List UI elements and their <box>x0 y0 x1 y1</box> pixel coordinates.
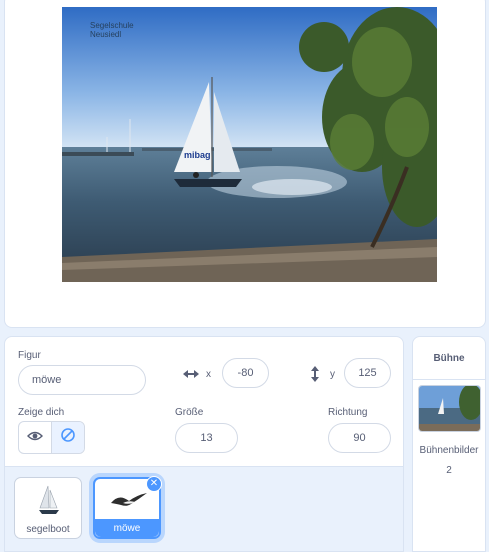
backdrops-count: 2 <box>446 465 452 476</box>
x-label: x <box>206 369 211 380</box>
eye-icon <box>27 429 43 447</box>
sprite-list: segelboot möwe ✕ <box>4 466 404 552</box>
backdrops-label: Bühnenbilder <box>419 445 479 456</box>
sailboat-thumbnail <box>37 484 61 521</box>
sail-text: mibag <box>184 150 211 160</box>
stage-selector[interactable]: Bühne Bühnenbilder 2 <box>412 336 486 552</box>
y-label: y <box>330 369 335 380</box>
hide-sprite-button[interactable] <box>51 422 84 453</box>
x-position-arrows-icon <box>181 367 201 386</box>
size-input[interactable]: 13 <box>175 423 238 453</box>
direction-input[interactable]: 90 <box>328 423 391 453</box>
stage-backdrop-image <box>62 7 437 282</box>
sprite-label: Figur <box>18 350 41 361</box>
sprite-info-panel: Figur möwe x -80 y 125 Zeige dich Größe … <box>4 336 404 468</box>
y-position-arrows-icon <box>308 364 322 389</box>
show-sprite-button[interactable] <box>19 422 51 453</box>
stage-canvas[interactable]: Segelschule Neusiedl mibag <box>62 7 437 282</box>
sprite-name-input[interactable]: möwe <box>18 365 146 395</box>
visibility-toggle-group <box>18 421 85 454</box>
watermark-logo: Segelschule Neusiedl <box>90 21 134 39</box>
show-label: Zeige dich <box>18 407 65 418</box>
y-position-input[interactable]: 125 <box>344 358 391 388</box>
sprite-tile-segelboot[interactable]: segelboot <box>14 477 82 539</box>
direction-label: Richtung <box>328 407 368 418</box>
stage-panel: Segelschule Neusiedl mibag <box>4 0 486 328</box>
close-icon: ✕ <box>149 478 159 489</box>
sprite-tile-name: möwe <box>95 519 159 537</box>
x-position-input[interactable]: -80 <box>222 358 269 388</box>
seagull-thumbnail <box>109 491 149 516</box>
sprite-tile-moewe[interactable]: möwe ✕ <box>93 476 162 539</box>
stage-header: Bühne <box>413 337 485 380</box>
watermark-line-2: Neusiedl <box>90 30 122 39</box>
sprite-tile-name: segelboot <box>26 523 70 535</box>
size-label: Größe <box>175 407 204 418</box>
watermark-line-1: Segelschule <box>90 21 134 30</box>
stage-thumbnail[interactable] <box>418 385 481 432</box>
eye-slash-icon <box>60 427 76 448</box>
delete-sprite-button[interactable]: ✕ <box>146 476 162 492</box>
